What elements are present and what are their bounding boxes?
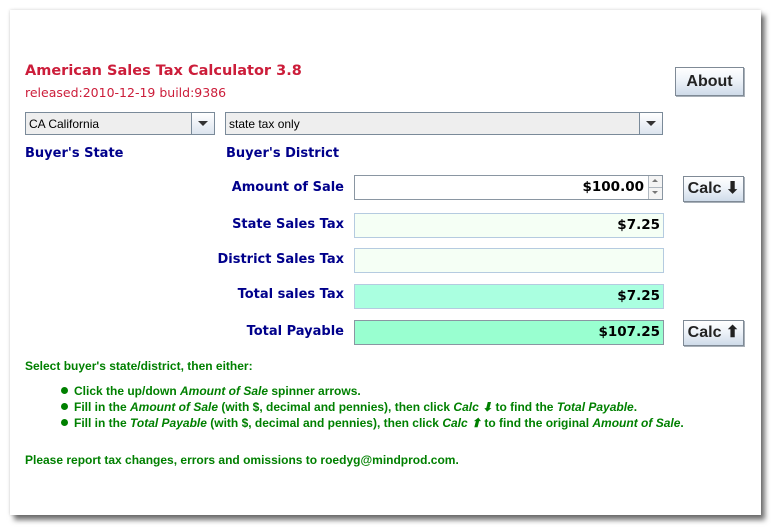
instruction-item: Fill in the Amount of Sale (with $, deci… xyxy=(61,400,637,414)
district-sales-tax-field[interactable] xyxy=(354,248,664,273)
amount-of-sale-value[interactable]: $100.00 xyxy=(583,179,645,195)
calc-down-button[interactable]: Calc ⬇ xyxy=(683,176,744,202)
spinner-down-icon[interactable] xyxy=(649,187,662,198)
bullet-icon xyxy=(61,387,68,394)
app-title: American Sales Tax Calculator 3.8 xyxy=(25,63,302,79)
buyers-district-label: Buyer's District xyxy=(226,146,340,161)
instruction-item: Fill in the Total Payable (with $, decim… xyxy=(61,416,684,430)
total-sales-tax-field[interactable]: $7.25 xyxy=(354,284,664,309)
total-sales-tax-label: Total sales Tax xyxy=(237,287,344,302)
amount-of-sale-label: Amount of Sale xyxy=(231,180,344,195)
state-sales-tax-field[interactable]: $7.25 xyxy=(354,213,664,238)
release-info: released:2010-12-19 build:9386 xyxy=(25,85,227,100)
chevron-down-icon[interactable] xyxy=(191,113,214,134)
bullet-icon xyxy=(61,403,68,410)
state-sales-tax-label: State Sales Tax xyxy=(232,217,344,232)
instruction-item: Click the up/down Amount of Sale spinner… xyxy=(61,384,361,398)
state-select-value: CA California xyxy=(29,117,100,131)
chevron-down-icon[interactable] xyxy=(639,113,662,134)
district-select-value: state tax only xyxy=(229,117,300,131)
total-payable-label: Total Payable xyxy=(246,324,344,339)
feedback-note: Please report tax changes, errors and om… xyxy=(25,453,459,467)
about-button[interactable]: About xyxy=(675,67,744,96)
total-payable-field[interactable]: $107.25 xyxy=(354,320,664,345)
buyers-state-label: Buyer's State xyxy=(25,146,124,161)
app-window: American Sales Tax Calculator 3.8 releas… xyxy=(10,10,761,515)
bullet-icon xyxy=(61,419,68,426)
calc-up-button[interactable]: Calc ⬆ xyxy=(683,320,744,346)
spinner-arrows[interactable] xyxy=(648,176,662,199)
state-select[interactable]: CA California xyxy=(25,112,215,135)
instructions-intro: Select buyer's state/district, then eith… xyxy=(25,359,253,373)
district-select[interactable]: state tax only xyxy=(225,112,663,135)
amount-of-sale-spinner[interactable]: $100.00 xyxy=(354,175,663,200)
district-sales-tax-label: District Sales Tax xyxy=(217,252,344,267)
